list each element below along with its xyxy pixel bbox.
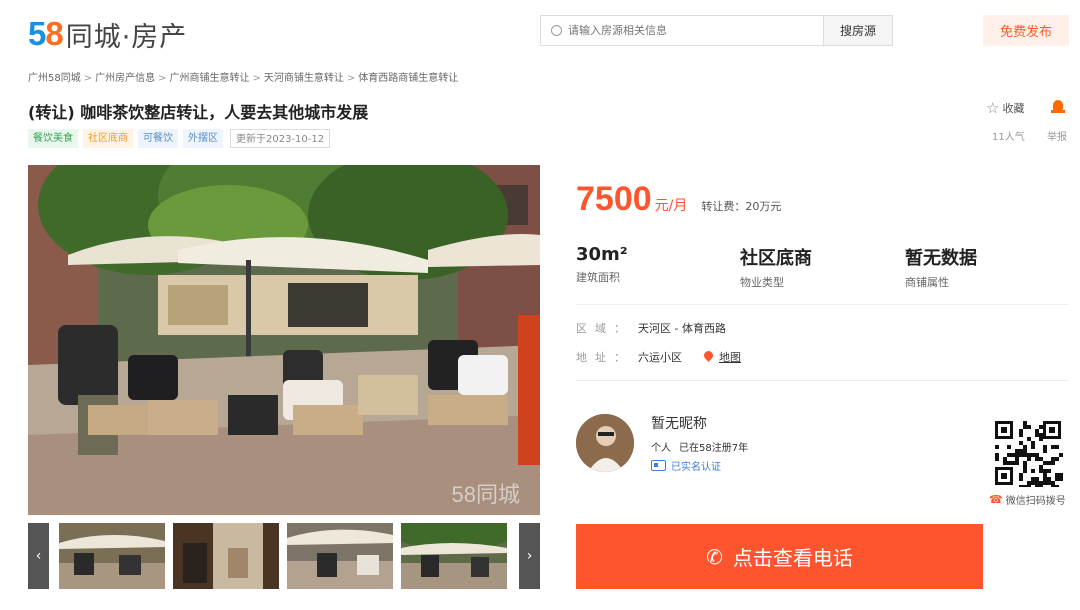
agent-name: 暂无昵称 [651, 416, 707, 432]
region-value[interactable]: 天河区 - 体育西路 [638, 320, 726, 336]
stat-label: 商铺属性 [905, 276, 949, 289]
tag-community-shop: 社区底商 [83, 129, 133, 148]
search-box[interactable] [540, 15, 824, 46]
breadcrumb: 广州58同城 > 广州房产信息 > 广州商铺生意转让 > 天河商铺生意转让 > 体育西路商铺生意… [28, 69, 458, 84]
stat-shop-attribute: 暂无数据 商铺属性 [905, 244, 977, 290]
alarm-icon [1051, 98, 1065, 114]
map-pin-icon [704, 351, 713, 363]
free-publish-button[interactable]: 免费发布 [983, 15, 1069, 46]
photo-watermark: 58同城 [451, 482, 520, 507]
call-label: 点击查看电话 [732, 546, 853, 570]
report-label[interactable]: 举报 [1047, 128, 1067, 143]
breadcrumb-separator: > [346, 73, 356, 84]
divider [576, 304, 1069, 305]
stat-label: 物业类型 [740, 276, 784, 289]
breadcrumb-item[interactable]: 广州房产信息 [95, 73, 155, 84]
price-row: 7500 元/月 转让费：20万元 [576, 180, 781, 219]
popularity-count: 11人气 [992, 132, 1025, 143]
collect-label: 收藏 [1002, 102, 1025, 115]
logo-58-mark: 58 [28, 15, 64, 52]
qr-tip: ☎ 微信扫码拨号 [989, 492, 1066, 507]
stat-value: 暂无数据 [905, 248, 977, 269]
address-value: 六运小区 [638, 351, 682, 364]
transfer-fee: 转让费：20万元 [701, 200, 782, 213]
divider [576, 380, 1069, 381]
breadcrumb-item[interactable]: 广州58同城 [28, 73, 81, 84]
thumbnail[interactable] [287, 523, 393, 589]
stats-row: 30m² 建筑面积 社区底商 物业类型 暂无数据 商铺属性 [576, 244, 1076, 294]
thumbnail-strip: ‹ › [28, 523, 540, 589]
region-key: 区域： [576, 322, 633, 335]
search-icon [551, 25, 562, 36]
agent-type: 个人 [651, 443, 671, 454]
collect-button[interactable]: ☆ 收藏 [986, 100, 1024, 116]
thumbnail[interactable] [401, 523, 507, 589]
price-unit: 元/月 [654, 198, 688, 214]
updated-date: 更新于2023-10-12 [230, 129, 331, 148]
phone-icon: ✆ [706, 544, 723, 569]
cafe-outdoor-photo [28, 165, 540, 515]
breadcrumb-separator: > [252, 73, 261, 84]
listing-title: (转让) 咖啡茶饮整店转让，人要去其他城市发展 [28, 103, 369, 122]
id-card-icon [651, 460, 666, 471]
tag-outdoor-area: 外摆区 [183, 129, 223, 148]
address-key: 地址： [576, 351, 633, 364]
qr-tip-label: 微信扫码拨号 [1005, 496, 1066, 507]
logo-text: 同城·房产 [65, 21, 188, 53]
region-row: 区域： 天河区 - 体育西路 [576, 320, 726, 336]
view-phone-button[interactable]: ✆ 点击查看电话 [576, 524, 983, 589]
stat-value: 社区底商 [740, 248, 812, 269]
breadcrumb-separator: > [83, 73, 93, 84]
address-row: 地址： 六运小区 地图 [576, 349, 741, 365]
tag-catering: 餐饮美食 [28, 129, 78, 148]
breadcrumb-item[interactable]: 广州商铺生意转让 [170, 73, 250, 84]
verified-badge: 已实名认证 [651, 458, 721, 473]
thumbnail[interactable] [59, 523, 165, 589]
agent-meta: 个人 已在58注册7年 [651, 439, 748, 454]
site-logo[interactable]: 58 同城·房产 [28, 14, 187, 54]
thumb-prev-button[interactable]: ‹ [28, 523, 49, 589]
qr-code [993, 419, 1063, 489]
phone-icon: ☎ [989, 493, 1003, 506]
avatar[interactable] [576, 414, 634, 472]
main-photo[interactable]: 58同城 [28, 165, 540, 515]
stat-label: 建筑面积 [576, 271, 620, 284]
agent-registered: 已在58注册7年 [679, 443, 749, 454]
thumb-next-button[interactable]: › [519, 523, 540, 589]
breadcrumb-item[interactable]: 天河商铺生意转让 [264, 73, 344, 84]
search-button[interactable]: 搜房源 [823, 15, 893, 46]
thumbnail[interactable] [173, 523, 279, 589]
verified-label: 已实名认证 [671, 462, 721, 473]
map-link[interactable]: 地图 [719, 349, 741, 365]
breadcrumb-item[interactable]: 体育西路商铺生意转让 [358, 73, 458, 84]
stat-area: 30m² 建筑面积 [576, 244, 628, 285]
breadcrumb-separator: > [158, 73, 167, 84]
tag-food-allowed: 可餐饮 [138, 129, 178, 148]
listing-tags: 餐饮美食 社区底商 可餐饮 外摆区 更新于2023-10-12 [28, 129, 331, 148]
stat-value: 30m² [576, 244, 628, 265]
search-input[interactable] [568, 24, 808, 37]
report-button[interactable] [1047, 98, 1069, 114]
price-value: 7500 [576, 180, 652, 218]
star-icon: ☆ [986, 98, 1000, 117]
stat-property-type: 社区底商 物业类型 [740, 244, 812, 290]
